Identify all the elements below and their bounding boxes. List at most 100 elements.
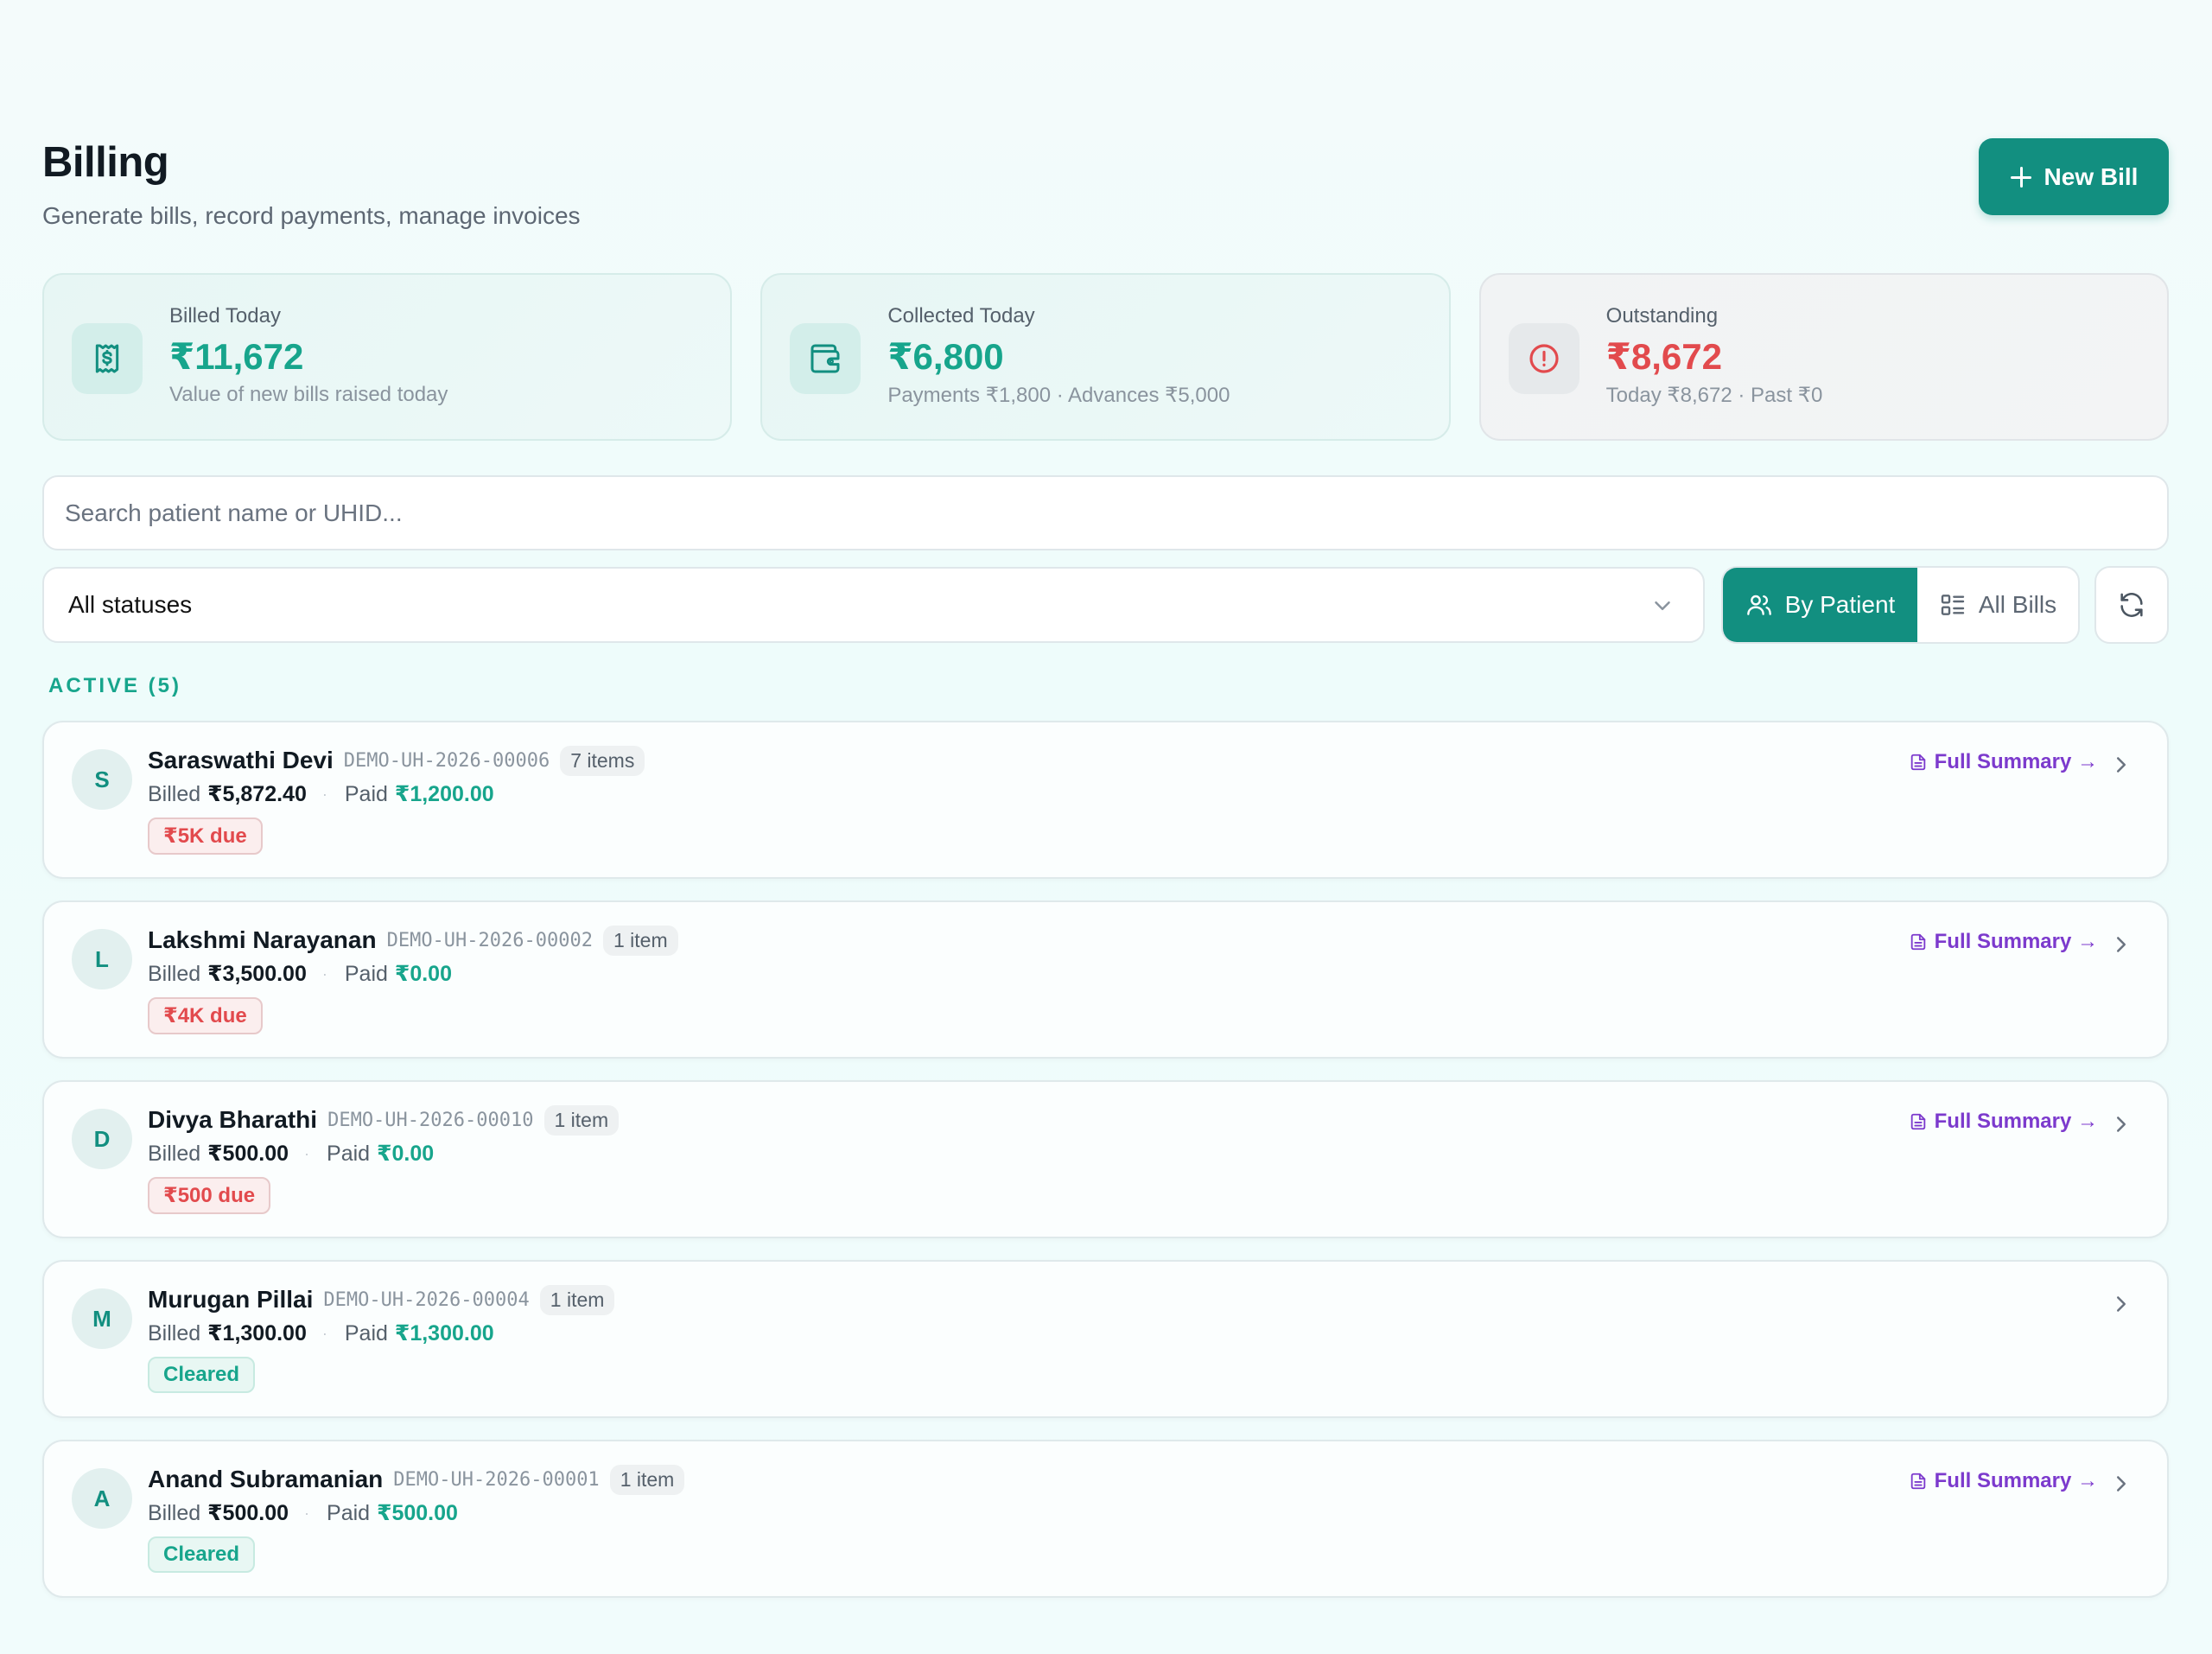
full-summary-label: Full Summary → <box>1934 1110 2098 1133</box>
status-filter-value: All statuses <box>68 591 193 618</box>
status-filter-select[interactable]: All statuses <box>42 567 1705 643</box>
paid-label: Paid <box>344 1320 388 1345</box>
full-summary-label: Full Summary → <box>1934 930 2098 953</box>
patient-name: Saraswathi Devi <box>148 747 334 773</box>
paid-amount: ₹0.00 <box>377 1142 435 1166</box>
stat-card-outstanding: Outstanding ₹8,672 Today ₹8,672 · Past ₹… <box>1478 273 2169 441</box>
full-summary-link[interactable]: Full Summary → <box>1909 750 2098 774</box>
page-header: Billing Generate bills, record payments,… <box>42 138 2169 233</box>
stat-value: ₹6,800 <box>887 336 1004 377</box>
stat-value: ₹11,672 <box>169 336 304 377</box>
separator-dot: · <box>321 964 327 983</box>
billed-label: Billed <box>148 961 201 986</box>
list-icon <box>1941 595 1965 615</box>
page-title: Billing <box>42 139 169 186</box>
section-label-active: ACTIVE (5) <box>48 674 182 697</box>
stats-row: Billed Today ₹11,672 Value of new bills … <box>42 273 2169 441</box>
paid-label: Paid <box>327 1141 371 1166</box>
patient-card[interactable]: L Lakshmi Narayanan DEMO-UH-2026-00002 1… <box>42 900 2169 1059</box>
refresh-icon <box>2120 593 2143 617</box>
refresh-button[interactable] <box>2094 566 2169 644</box>
items-count-chip: 1 item <box>543 1104 620 1136</box>
avatar: S <box>72 749 132 810</box>
view-all-bills-button[interactable]: All Bills <box>1917 568 2078 642</box>
billed-label: Billed <box>148 781 201 806</box>
view-toggle: By Patient All Bills <box>1721 566 2080 644</box>
items-count-chip: 7 items <box>560 745 645 776</box>
paid-label: Paid <box>344 781 388 806</box>
stat-note: Payments ₹1,800 · Advances ₹5,000 <box>887 384 1230 407</box>
separator-dot: · <box>304 1504 310 1522</box>
chevron-right-icon[interactable] <box>2108 1471 2134 1497</box>
patient-card[interactable]: D Divya Bharathi DEMO-UH-2026-00010 1 it… <box>42 1080 2169 1238</box>
page-subtitle: Generate bills, record payments, manage … <box>42 202 581 229</box>
billed-amount: ₹500.00 <box>207 1501 289 1525</box>
filter-row: All statuses By Patient All Bills <box>42 566 2169 644</box>
full-summary-link[interactable]: Full Summary → <box>1909 1110 2098 1134</box>
paid-label: Paid <box>344 961 388 986</box>
stat-note: Value of new bills raised today <box>169 383 448 406</box>
items-count-chip: 1 item <box>603 925 678 956</box>
stat-card-collected-today: Collected Today ₹6,800 Payments ₹1,800 ·… <box>760 273 1451 441</box>
stat-note: Today ₹8,672 · Past ₹0 <box>1605 384 1823 407</box>
patient-name: Murugan Pillai <box>148 1286 314 1313</box>
full-summary-label: Full Summary → <box>1934 750 2098 773</box>
chevron-right-icon[interactable] <box>2108 752 2134 778</box>
document-icon <box>1910 1113 1925 1130</box>
patient-card[interactable]: A Anand Subramanian DEMO-UH-2026-00001 1… <box>42 1440 2169 1598</box>
patient-card[interactable]: S Saraswathi Devi DEMO-UH-2026-00006 7 i… <box>42 721 2169 879</box>
chevron-right-icon[interactable] <box>2108 932 2134 957</box>
chevron-right-icon[interactable] <box>2108 1291 2134 1317</box>
document-icon <box>1910 933 1925 951</box>
paid-amount: ₹500.00 <box>377 1501 458 1525</box>
stat-label: Collected Today <box>887 304 1035 328</box>
separator-dot: · <box>304 1144 310 1162</box>
billed-amount: ₹500.00 <box>207 1142 289 1166</box>
patient-uhid: DEMO-UH-2026-00010 <box>327 1109 534 1131</box>
stat-card-billed-today: Billed Today ₹11,672 Value of new bills … <box>42 273 733 441</box>
wallet-icon <box>790 323 861 394</box>
avatar: M <box>72 1288 132 1349</box>
billed-amount: ₹1,300.00 <box>207 1321 307 1345</box>
chevron-down-icon <box>1655 601 1670 610</box>
view-by-patient-label: By Patient <box>1784 591 1896 618</box>
items-count-chip: 1 item <box>539 1284 615 1315</box>
paid-amount: ₹0.00 <box>394 962 452 986</box>
view-all-bills-label: All Bills <box>1978 591 2057 618</box>
status-badge: ₹4K due <box>148 997 263 1034</box>
paid-amount: ₹1,300.00 <box>394 1321 494 1345</box>
search-input[interactable] <box>42 475 2169 550</box>
patient-name: Anand Subramanian <box>148 1466 384 1492</box>
full-summary-link[interactable]: Full Summary → <box>1909 1469 2098 1493</box>
patient-card[interactable]: M Murugan Pillai DEMO-UH-2026-00004 1 it… <box>42 1260 2169 1418</box>
document-icon <box>1910 754 1925 771</box>
patient-uhid: DEMO-UH-2026-00001 <box>393 1468 600 1491</box>
full-summary-link[interactable]: Full Summary → <box>1909 930 2098 954</box>
patient-name: Lakshmi Narayanan <box>148 926 377 953</box>
avatar: A <box>72 1468 132 1529</box>
view-by-patient-button[interactable]: By Patient <box>1723 568 1917 642</box>
avatar: L <box>72 929 132 989</box>
billed-amount: ₹5,872.40 <box>207 782 307 806</box>
paid-label: Paid <box>327 1500 371 1525</box>
plus-icon <box>2010 166 2032 188</box>
paid-amount: ₹1,200.00 <box>394 782 494 806</box>
stat-label: Outstanding <box>1605 304 1719 328</box>
stat-label: Billed Today <box>169 304 281 328</box>
billed-amount: ₹3,500.00 <box>207 962 307 986</box>
separator-dot: · <box>321 1324 327 1342</box>
users-icon <box>1746 595 1771 615</box>
avatar: D <box>72 1109 132 1169</box>
status-badge: ₹500 due <box>148 1177 271 1214</box>
patient-uhid: DEMO-UH-2026-00004 <box>323 1288 530 1311</box>
status-badge: Cleared <box>148 1536 256 1573</box>
billing-page: Billing Generate bills, record payments,… <box>0 0 2212 1654</box>
billed-label: Billed <box>148 1500 201 1525</box>
chevron-right-icon[interactable] <box>2108 1111 2134 1137</box>
status-badge: ₹5K due <box>148 817 263 855</box>
new-bill-button[interactable]: New Bill <box>1979 138 2169 215</box>
receipt-dollar-icon <box>72 323 143 394</box>
status-badge: Cleared <box>148 1357 256 1393</box>
full-summary-label: Full Summary → <box>1934 1469 2098 1492</box>
stat-value: ₹8,672 <box>1605 336 1722 377</box>
